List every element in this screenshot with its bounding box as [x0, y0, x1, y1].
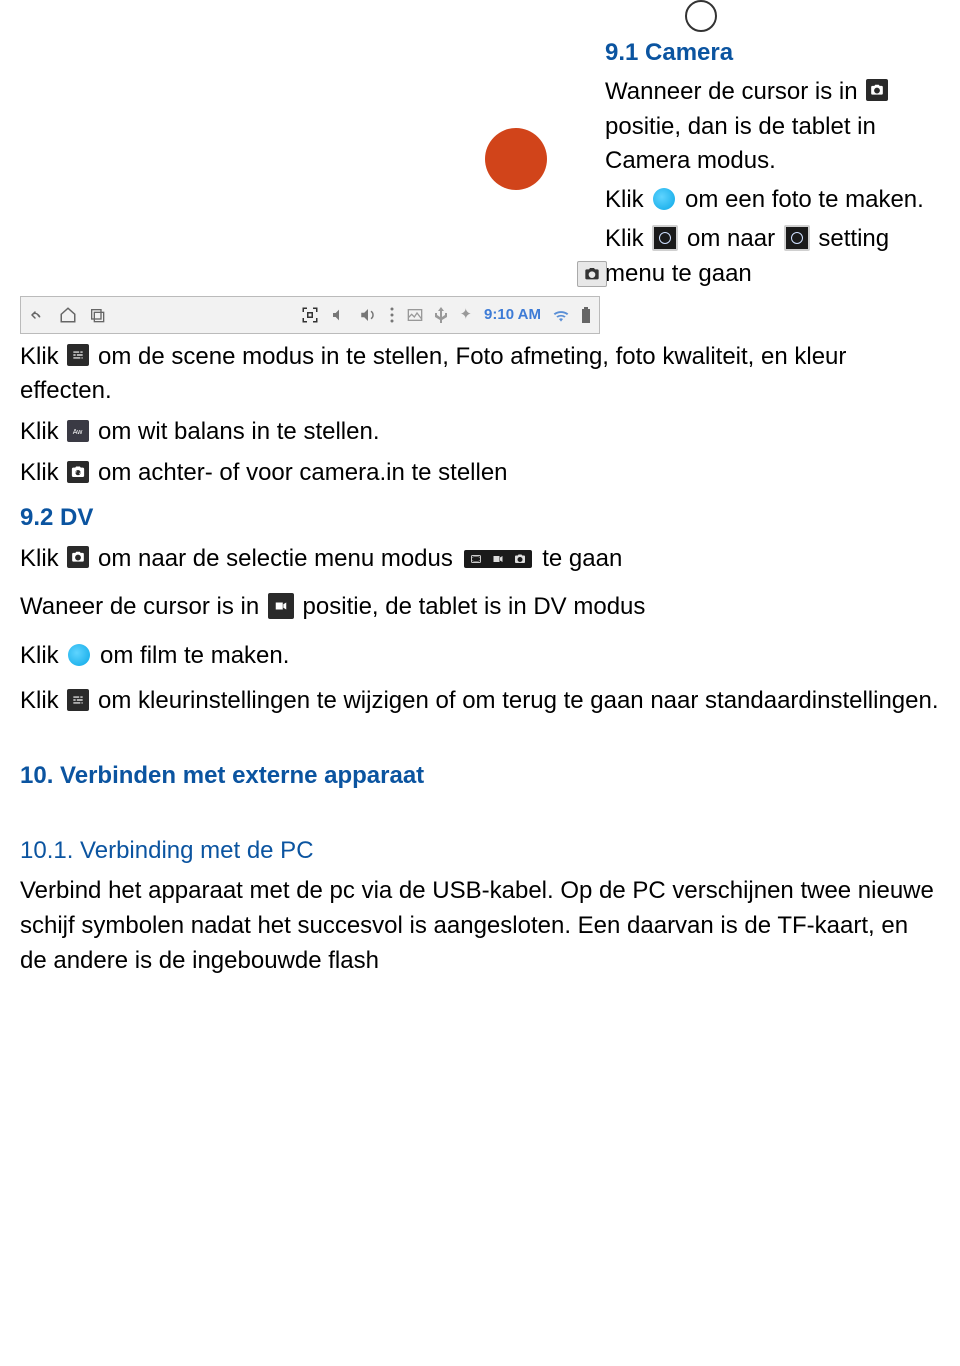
text: Klik — [20, 418, 59, 445]
viewfinder-figure — [30, 10, 555, 210]
text: Waneer de cursor is in — [20, 593, 259, 620]
text: Wanneer de cursor is in — [605, 78, 858, 105]
text: om de scene modus in te stellen, Foto af… — [20, 343, 846, 405]
camera-instruction-panel: 9.1 Camera Wanneer de cursor is in posit… — [605, 0, 940, 296]
camera-switch-icon — [67, 461, 89, 483]
white-balance-line: Klik Aw om wit balans in te stellen. — [20, 415, 940, 450]
text: Klik — [20, 459, 59, 486]
text: om naar — [687, 225, 775, 252]
usb-icon — [435, 307, 447, 323]
section-9-2-title: 9.2 DV — [20, 501, 940, 536]
text: Klik — [20, 343, 59, 370]
text: Klik — [20, 642, 59, 669]
text: positie, de tablet is in DV modus — [303, 593, 646, 620]
mode-strip-icon — [464, 550, 532, 568]
text: Klik — [20, 687, 59, 714]
camera-shortcut-icon — [577, 261, 607, 289]
pc-connect-body: Verbind het apparaat met de pc via de US… — [20, 874, 940, 978]
shutter-ring-icon — [685, 0, 717, 32]
section-9-1-title: 9.1 Camera — [605, 36, 940, 71]
text: Klik — [605, 225, 644, 252]
menu-dots-icon — [389, 307, 395, 323]
white-balance-icon: Aw — [67, 420, 89, 442]
color-sliders-icon — [67, 689, 89, 711]
text: te gaan — [542, 545, 622, 572]
image-icon — [407, 308, 423, 322]
shutter-button-icon — [653, 188, 675, 210]
video-mode-icon — [268, 593, 294, 619]
scene-modus-line: Klik om de scene modus in te stellen, Fo… — [20, 340, 940, 410]
take-photo-line: Klik om een foto te maken. — [605, 183, 940, 218]
dv-film-line: Klik om film te maken. — [20, 639, 940, 674]
text: positie, dan is de tablet in Camera modu… — [605, 113, 876, 175]
scene-sliders-icon — [67, 344, 89, 366]
camera-switch-line: Klik om achter- of voor camera.in te ste… — [20, 456, 940, 491]
back-icon — [29, 306, 47, 324]
text: Klik — [605, 186, 644, 213]
dv-color-line: Klik om kleurinstellingen te wijzigen of… — [20, 684, 940, 719]
battery-icon — [581, 307, 591, 323]
wifi-icon — [553, 308, 569, 322]
text: Klik — [20, 545, 59, 572]
volume-down-icon — [331, 307, 347, 323]
text: om naar de selectie menu modus — [98, 545, 453, 572]
dv-menu-line: Klik om naar de selectie menu modus te g… — [20, 542, 940, 577]
camera-mode-icon — [866, 79, 888, 101]
text: om een foto te maken. — [685, 186, 924, 213]
recent-apps-icon — [89, 307, 105, 323]
settings-line: Klik om naar setting menu te gaan — [605, 222, 940, 292]
home-icon — [59, 306, 77, 324]
dv-cursor-line: Waneer de cursor is in positie, de table… — [20, 590, 940, 625]
text: om film te maken. — [100, 642, 289, 669]
text: om achter- of voor camera.in te stellen — [98, 459, 508, 486]
camera-select-icon — [67, 546, 89, 568]
section-10-title: 10. Verbinden met externe apparaat — [20, 759, 940, 794]
record-indicator-icon — [485, 128, 547, 190]
text: om wit balans in te stellen. — [98, 418, 379, 445]
section-10-1-title: 10.1. Verbinding met de PC — [20, 834, 940, 869]
focus-icon — [301, 306, 319, 324]
option-ring-icon — [784, 225, 810, 251]
volume-up-icon — [359, 306, 377, 324]
settings-ring-icon — [652, 225, 678, 251]
record-button-icon — [68, 644, 90, 666]
camera-intro-line: Wanneer de cursor is in positie, dan is … — [605, 75, 940, 179]
svg-text:Aw: Aw — [73, 429, 84, 436]
text: om kleurinstellingen te wijzigen of om t… — [98, 687, 939, 714]
statusbar-time: 9:10 AM — [484, 304, 541, 326]
